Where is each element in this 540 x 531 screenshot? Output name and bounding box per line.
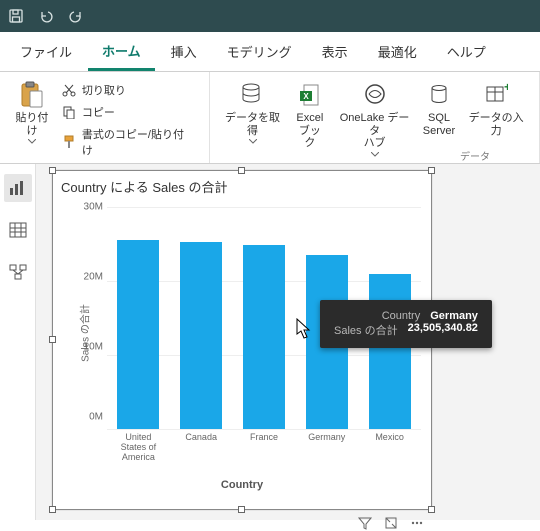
sql-icon — [427, 80, 451, 110]
visual-actions — [357, 515, 425, 531]
paste-label: 貼り付け — [10, 112, 54, 137]
menu-modeling[interactable]: モデリング — [213, 32, 306, 71]
bar-usa[interactable] — [117, 240, 159, 429]
bar-canada[interactable] — [180, 242, 222, 429]
enter-data-icon: + — [484, 80, 508, 110]
menu-insert[interactable]: 挿入 — [157, 32, 211, 71]
resize-handle[interactable] — [49, 506, 56, 513]
view-rail — [0, 164, 36, 520]
copy-button[interactable]: コピー — [58, 102, 199, 122]
copy-icon — [62, 105, 76, 119]
data-view-button[interactable] — [4, 216, 32, 244]
x-tick: Germany — [300, 433, 354, 463]
y-tick: 30M — [77, 202, 103, 213]
menu-file[interactable]: ファイル — [6, 32, 86, 71]
tooltip-sales-label: Sales の合計 — [334, 322, 398, 338]
enter-data-button[interactable]: + データの入力 — [459, 76, 533, 141]
model-view-button[interactable] — [4, 258, 32, 286]
bar-france[interactable] — [243, 245, 285, 429]
svg-text:+: + — [504, 83, 508, 94]
menu-optimize[interactable]: 最適化 — [364, 32, 431, 71]
more-button[interactable] — [409, 515, 425, 531]
cut-button[interactable]: 切り取り — [58, 80, 199, 100]
resize-handle[interactable] — [428, 506, 435, 513]
tooltip-sales-value: 23,505,340.82 — [408, 322, 478, 338]
brush-icon — [62, 135, 76, 149]
resize-handle[interactable] — [428, 167, 435, 174]
resize-handle[interactable] — [238, 506, 245, 513]
save-button[interactable] — [6, 6, 26, 26]
filter-button[interactable] — [357, 515, 373, 531]
paste-button[interactable]: 貼り付け — [6, 76, 58, 148]
chevron-down-icon — [28, 139, 36, 144]
chevron-down-icon — [249, 139, 257, 144]
y-tick: 0M — [77, 412, 103, 423]
excel-button[interactable]: X Excel ブック — [289, 76, 330, 154]
table-icon — [9, 222, 27, 238]
x-axis-label: Country — [53, 479, 431, 491]
chevron-down-icon — [371, 152, 379, 157]
menu-home[interactable]: ホーム — [88, 32, 155, 71]
ribbon-group-clipboard: 貼り付け 切り取り コピー 書式のコピー/貼り付け クリップボード — [0, 72, 210, 163]
bar-mexico[interactable] — [369, 274, 411, 429]
filter-icon — [358, 516, 372, 530]
more-icon — [410, 516, 424, 530]
svg-text:X: X — [303, 92, 309, 101]
chart-title: Country による Sales の合計 — [53, 171, 431, 196]
onelake-button[interactable]: OneLake データ ハブ — [330, 76, 418, 161]
x-tick: France — [237, 433, 291, 463]
y-axis-label: Sales の合計 — [76, 304, 91, 362]
scissors-icon — [62, 83, 76, 97]
database-icon — [240, 80, 266, 110]
excel-icon: X — [298, 80, 322, 110]
get-data-button[interactable]: データを取得 — [216, 76, 290, 148]
resize-handle[interactable] — [238, 167, 245, 174]
model-icon — [9, 264, 27, 280]
focus-button[interactable] — [383, 515, 399, 531]
ribbon-group-data: データを取得 X Excel ブック OneLake データ ハブ SQL Se… — [210, 72, 540, 163]
y-tick: 20M — [77, 272, 103, 283]
undo-button[interactable] — [36, 6, 56, 26]
data-group-label: データ — [460, 148, 490, 165]
bar-chart-icon — [9, 180, 27, 196]
sql-server-button[interactable]: SQL Server — [419, 76, 459, 141]
paste-icon — [19, 80, 45, 110]
menu-help[interactable]: ヘルプ — [433, 32, 500, 71]
format-painter-button[interactable]: 書式のコピー/貼り付け — [58, 124, 199, 160]
focus-icon — [384, 516, 398, 530]
x-tick: Mexico — [363, 433, 417, 463]
x-tick: United States of America — [111, 433, 165, 463]
y-tick: 10M — [77, 342, 103, 353]
ribbon: 貼り付け 切り取り コピー 書式のコピー/貼り付け クリップボード データを — [0, 72, 540, 164]
resize-handle[interactable] — [49, 167, 56, 174]
menu-view[interactable]: 表示 — [308, 32, 362, 71]
redo-button[interactable] — [66, 6, 86, 26]
tooltip-country-value: Germany — [430, 310, 478, 322]
onelake-icon — [362, 80, 388, 110]
titlebar — [0, 0, 540, 32]
x-tick: Canada — [174, 433, 228, 463]
menubar: ファイル ホーム 挿入 モデリング 表示 最適化 ヘルプ — [0, 32, 540, 72]
report-view-button[interactable] — [4, 174, 32, 202]
chart-tooltip: Country Germany Sales の合計 23,505,340.82 — [320, 300, 492, 348]
tooltip-country-label: Country — [382, 310, 421, 322]
